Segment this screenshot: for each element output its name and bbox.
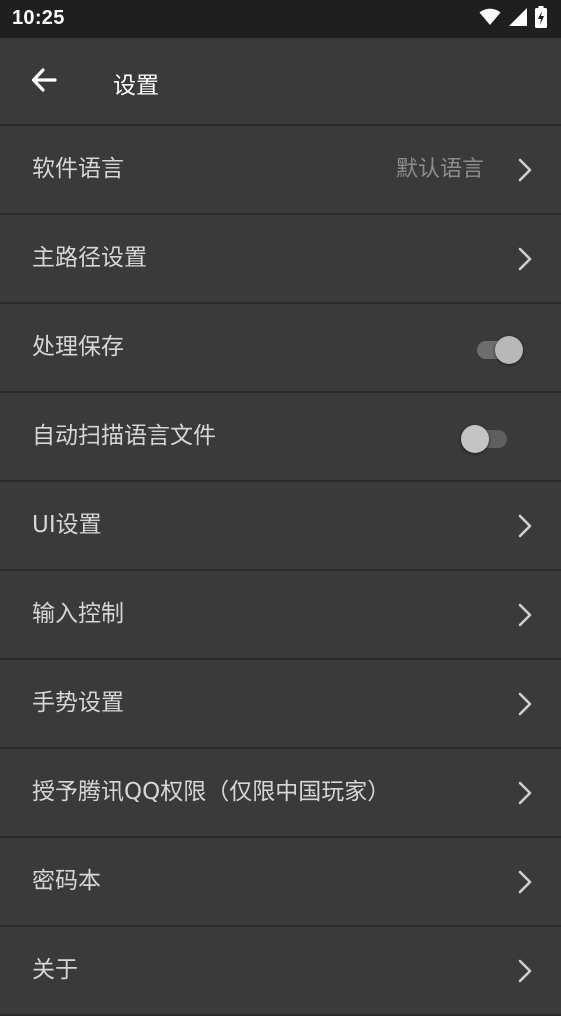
setting-label: 处理保存 <box>32 334 124 360</box>
battery-charging-icon <box>535 6 547 32</box>
signal-icon <box>509 8 527 30</box>
setting-about[interactable]: 关于 <box>0 927 561 1016</box>
chevron-right-icon <box>517 602 533 628</box>
setting-password-book[interactable]: 密码本 <box>0 838 561 927</box>
setting-qq-permission[interactable]: 授予腾讯QQ权限（仅限中国玩家） <box>0 749 561 838</box>
setting-gesture[interactable]: 手势设置 <box>0 660 561 749</box>
chevron-right-icon <box>517 157 533 183</box>
wifi-icon <box>479 8 501 30</box>
auto-scan-toggle[interactable] <box>461 423 511 453</box>
setting-label: 关于 <box>32 957 78 983</box>
setting-label: UI设置 <box>32 512 102 538</box>
app-bar: 设置 <box>0 38 561 126</box>
setting-label: 主路径设置 <box>32 245 147 271</box>
setting-label: 输入控制 <box>32 601 124 627</box>
process-save-toggle[interactable] <box>475 334 525 364</box>
arrow-left-icon <box>30 66 58 98</box>
chevron-right-icon <box>517 513 533 539</box>
setting-ui[interactable]: UI设置 <box>0 482 561 571</box>
setting-auto-scan-language[interactable]: 自动扫描语言文件 <box>0 393 561 482</box>
back-button[interactable] <box>26 64 62 100</box>
setting-value: 默认语言 <box>395 157 484 182</box>
setting-label: 软件语言 <box>32 156 124 182</box>
chevron-right-icon <box>517 869 533 895</box>
setting-process-save[interactable]: 处理保存 <box>0 304 561 393</box>
setting-label: 授予腾讯QQ权限（仅限中国玩家） <box>32 779 391 805</box>
status-bar: 10:25 <box>0 0 561 38</box>
setting-label: 密码本 <box>32 868 101 894</box>
setting-label: 自动扫描语言文件 <box>32 423 216 449</box>
toggle-knob <box>461 425 489 453</box>
chevron-right-icon <box>517 780 533 806</box>
page-title: 设置 <box>113 73 159 99</box>
status-icons <box>479 6 547 32</box>
settings-list: 软件语言 默认语言 主路径设置 处理保存 自动扫描语言文件 UI设置 输入控制 <box>0 126 561 1016</box>
setting-software-language[interactable]: 软件语言 默认语言 <box>0 126 561 215</box>
setting-label: 手势设置 <box>32 690 124 716</box>
chevron-right-icon <box>517 958 533 984</box>
toggle-knob <box>495 336 523 364</box>
setting-main-path[interactable]: 主路径设置 <box>0 215 561 304</box>
chevron-right-icon <box>517 691 533 717</box>
setting-input-control[interactable]: 输入控制 <box>0 571 561 660</box>
status-time: 10:25 <box>12 7 65 29</box>
chevron-right-icon <box>517 246 533 272</box>
